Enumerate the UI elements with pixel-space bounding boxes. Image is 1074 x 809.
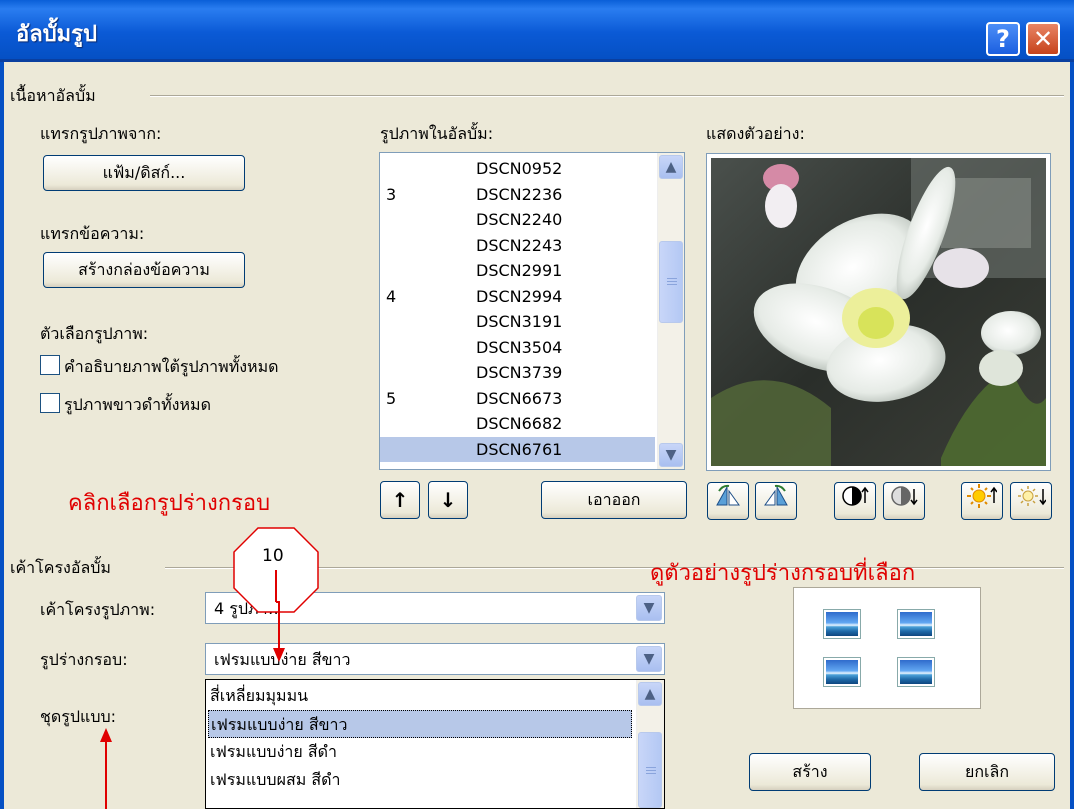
annotation-arrows [100, 570, 285, 809]
